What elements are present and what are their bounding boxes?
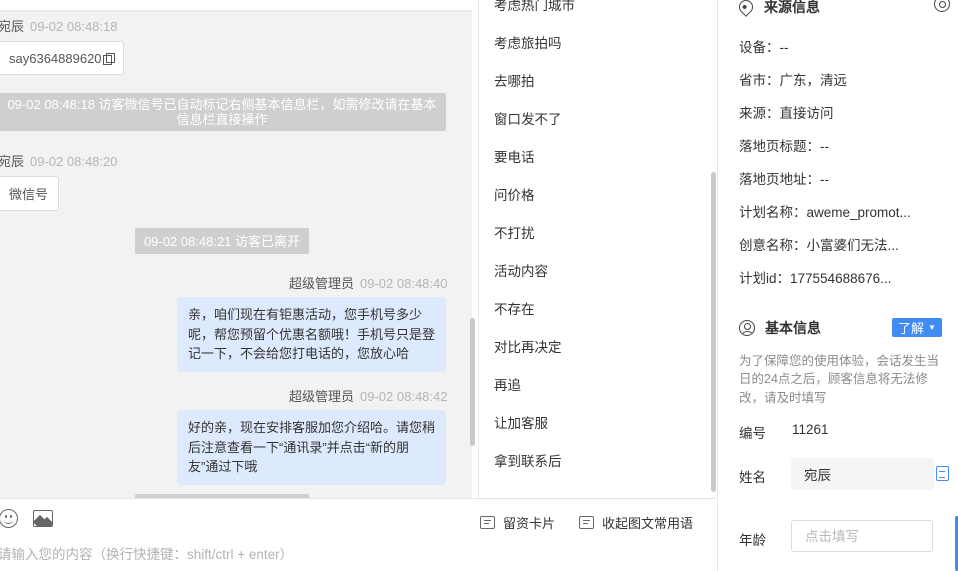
age-input[interactable] bbox=[791, 520, 933, 552]
message-meta: 超级管理员 09-02 08:48:42 bbox=[289, 386, 447, 405]
learn-more-label: 了解 bbox=[898, 321, 925, 336]
user-icon bbox=[739, 320, 755, 336]
row-label: 落地页地址： bbox=[739, 172, 820, 187]
quick-reply-item[interactable]: 考虑热门城市 bbox=[494, 0, 575, 14]
source-info-header: 来源信息 bbox=[736, 0, 820, 17]
visitor-message-bubble: 微信号 bbox=[0, 176, 60, 211]
row-label: 计划名称： bbox=[739, 205, 807, 220]
row-value: 小富婆们无法... bbox=[806, 238, 899, 253]
quick-reply-scrollbar[interactable] bbox=[711, 172, 716, 492]
row-label: 落地页标题： bbox=[739, 139, 820, 154]
row-label: 来源： bbox=[739, 106, 780, 121]
quick-reply-item[interactable]: 让加客服 bbox=[494, 412, 548, 432]
quick-reply-item[interactable]: 不打扰 bbox=[494, 222, 535, 242]
agent-message-bubble: 亲，咱们现在有钜惠活动，您手机号多少呢，帮您预留个优惠名额哦！手机号只是登记一下… bbox=[177, 297, 446, 372]
quick-reply-item[interactable]: 窗口发不了 bbox=[494, 108, 562, 128]
quick-reply-item[interactable]: 再追 bbox=[494, 374, 521, 394]
row-label: 设备： bbox=[739, 40, 780, 55]
row-value: -- bbox=[820, 139, 829, 154]
card-icon bbox=[579, 515, 594, 529]
location-pin-icon bbox=[736, 0, 756, 17]
row-value: 广东，清远 bbox=[779, 73, 848, 88]
name-label: 姓名 bbox=[739, 470, 766, 485]
quick-reply-item[interactable]: 去哪拍 bbox=[494, 70, 535, 90]
source-row-origin: 来源：直接访问 bbox=[739, 102, 939, 122]
quick-reply-item[interactable]: 要电话 bbox=[494, 146, 535, 166]
chat-top-bar bbox=[0, 0, 472, 10]
system-notice-text: 09-02 08:48:21 访客已离开 bbox=[143, 233, 301, 249]
source-row-plan-name: 计划名称：aweme_promot... bbox=[739, 201, 939, 221]
message-meta: 宛辰 09-02 08:48:18 bbox=[0, 16, 117, 35]
quick-reply-item[interactable]: 考虑旅拍吗 bbox=[494, 32, 562, 52]
message-time: 09-02 08:48:18 bbox=[30, 19, 118, 34]
collapse-phrases-label: 收起图文常用语 bbox=[602, 515, 694, 531]
quick-reply-item[interactable]: 问价格 bbox=[494, 184, 535, 204]
message-meta: 宛辰 09-02 08:48:20 bbox=[0, 151, 117, 170]
learn-more-dropdown[interactable]: 了解 ▼ bbox=[892, 318, 942, 337]
row-value: 直接访问 bbox=[779, 106, 834, 121]
quick-reply-item[interactable]: 活动内容 bbox=[494, 260, 548, 280]
message-meta: 超级管理员 09-02 08:48:40 bbox=[289, 273, 447, 292]
collapse-phrases-button[interactable]: 收起图文常用语 bbox=[579, 513, 693, 531]
basic-info-header: 基本信息 bbox=[739, 318, 821, 338]
name-field[interactable]: 宛辰 bbox=[791, 458, 934, 490]
copy-icon[interactable] bbox=[102, 52, 115, 65]
message-text: 亲，咱们现在有钜惠活动，您手机号多少呢，帮您预留个优惠名额哦！手机号只是登记一下… bbox=[188, 307, 436, 361]
source-row-region: 省市：广东，清远 bbox=[739, 69, 939, 89]
sender-name: 超级管理员 bbox=[289, 389, 355, 404]
visitor-info-panel: 来源信息 设备：-- 省市：广东，清远 来源：直接访问 落地页标题：-- 落地页… bbox=[717, 0, 958, 571]
row-value: -- bbox=[820, 172, 829, 187]
resume-card-label: 留资卡片 bbox=[503, 515, 556, 531]
message-text: 微信号 bbox=[9, 187, 49, 202]
id-value: 11261 bbox=[792, 422, 829, 437]
id-label: 编号 bbox=[739, 426, 766, 441]
age-label: 年龄 bbox=[739, 533, 766, 548]
section-title: 基本信息 bbox=[765, 320, 821, 336]
image-icon[interactable] bbox=[33, 510, 53, 527]
message-time: 09-02 08:48:42 bbox=[360, 389, 448, 404]
row-label: 计划id： bbox=[739, 271, 791, 286]
quick-reply-item[interactable]: 拿到联系后 bbox=[494, 450, 562, 470]
row-value: 177554688676... bbox=[790, 271, 892, 286]
source-row-device: 设备：-- bbox=[739, 36, 939, 56]
caret-down-icon: ▼ bbox=[928, 323, 936, 332]
row-value: -- bbox=[779, 40, 789, 55]
settings-icon[interactable] bbox=[934, 0, 950, 12]
visitor-message-bubble: say6364889620 bbox=[0, 41, 124, 75]
row-value: aweme_promot... bbox=[806, 205, 911, 220]
row-label: 创意名称： bbox=[739, 238, 807, 253]
emoji-icon[interactable] bbox=[0, 509, 18, 528]
message-input[interactable] bbox=[0, 547, 698, 562]
sender-name: 超级管理员 bbox=[289, 276, 355, 291]
section-title: 来源信息 bbox=[764, 0, 820, 15]
quick-reply-item[interactable]: 对比再决定 bbox=[494, 336, 562, 356]
message-composer: 留资卡片 收起图文常用语 bbox=[0, 498, 716, 571]
message-text: say6364889620 bbox=[9, 50, 102, 66]
message-text: 好的亲，现在安排客服加您介绍哈。请您稍后注意查看一下“通讯录”并点击“新的朋友”… bbox=[188, 420, 436, 474]
sender-name: 宛辰 bbox=[0, 19, 25, 34]
system-notice: 09-02 08:48:18 访客微信号已自动标记右侧基本信息栏，如需修改请在基… bbox=[0, 93, 446, 131]
info-edit-notice: 为了保障您的使用体验，会话发生当日的24点之后，顾客信息将无法修改，请及时填写 bbox=[739, 354, 940, 405]
card-icon bbox=[480, 515, 495, 529]
resume-card-button[interactable]: 留资卡片 bbox=[480, 513, 555, 531]
agent-message-bubble: 好的亲，现在安排客服加您介绍哈。请您稍后注意查看一下“通讯录”并点击“新的朋友”… bbox=[177, 410, 446, 485]
system-notice: 09-02 08:48:21 访客已离开 bbox=[135, 228, 309, 254]
quick-reply-panel: 考虑热门城市 考虑旅拍吗 去哪拍 窗口发不了 要电话 问价格 不打扰 活动内容 … bbox=[478, 0, 716, 498]
system-notice-text: 09-02 08:48:18 访客微信号已自动标记右侧基本信息栏，如需修改请在基… bbox=[7, 97, 437, 127]
chat-scrollbar[interactable] bbox=[470, 318, 475, 446]
source-row-landing-url: 落地页地址：-- bbox=[739, 168, 939, 188]
message-time: 09-02 08:48:40 bbox=[360, 276, 448, 291]
copy-icon[interactable] bbox=[936, 466, 949, 481]
message-time: 09-02 08:48:20 bbox=[30, 154, 118, 169]
source-row-landing-title: 落地页标题：-- bbox=[739, 135, 939, 155]
source-row-creative-name: 创意名称：小富婆们无法... bbox=[739, 234, 939, 254]
source-row-plan-id: 计划id：177554688676... bbox=[739, 267, 939, 287]
name-value: 宛辰 bbox=[804, 468, 831, 483]
quick-reply-item[interactable]: 不存在 bbox=[494, 298, 535, 318]
sender-name: 宛辰 bbox=[0, 154, 25, 169]
chat-panel: 宛辰 09-02 08:48:18 say6364889620 09-02 08:… bbox=[0, 0, 472, 498]
row-label: 省市： bbox=[739, 73, 780, 88]
